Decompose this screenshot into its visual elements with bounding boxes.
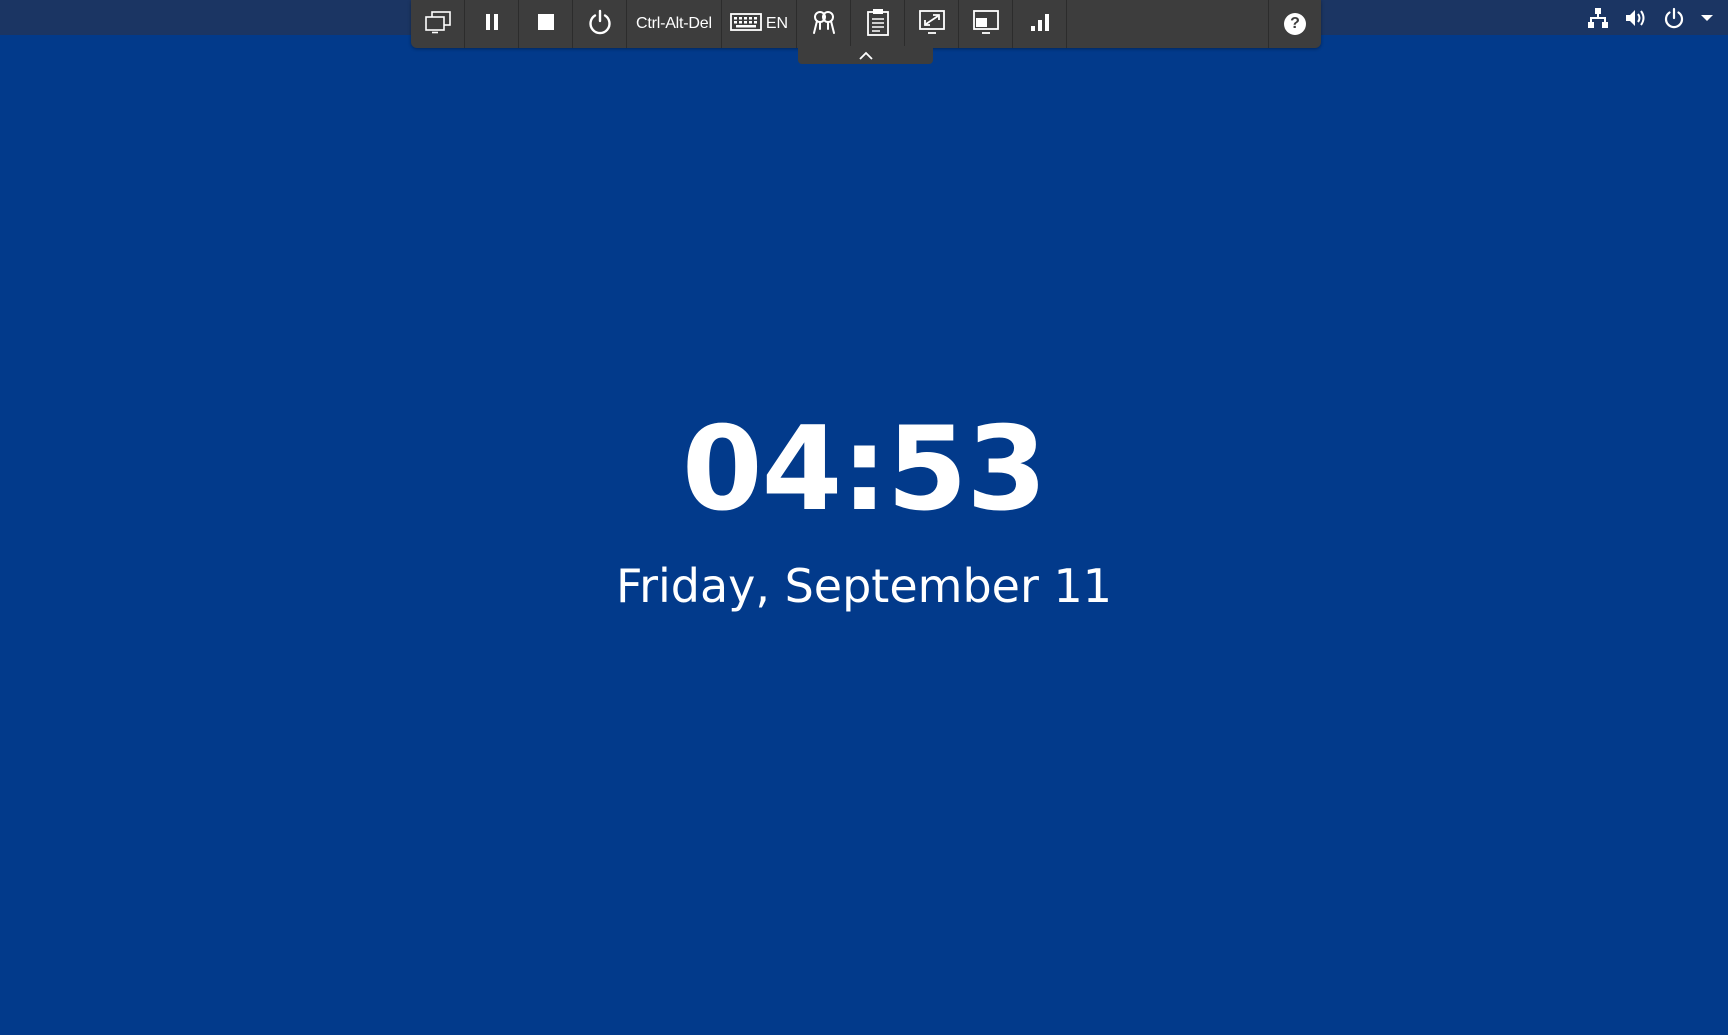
switch-display-icon	[424, 10, 452, 38]
connection-quality-button[interactable]	[1013, 0, 1068, 48]
help-icon: ?	[1284, 13, 1306, 35]
remote-console-toolbar: Ctrl-Alt-Del EN ?	[411, 0, 1321, 48]
help-button[interactable]: ?	[1269, 0, 1321, 48]
credentials-button[interactable]	[797, 0, 852, 48]
fullscreen-button[interactable]	[905, 0, 960, 48]
toolbar-spacer	[1067, 0, 1269, 48]
pause-button[interactable]	[465, 0, 519, 48]
fullscreen-icon	[918, 9, 946, 39]
lock-screen-clock: 04:53	[681, 402, 1047, 537]
pause-icon	[483, 12, 501, 36]
keyboard-layout-label: EN	[765, 15, 789, 32]
power-button[interactable]	[573, 0, 627, 48]
stop-icon	[537, 13, 555, 35]
scale-display-icon	[972, 9, 1000, 39]
system-tray	[1586, 0, 1714, 35]
scale-display-button[interactable]	[959, 0, 1014, 48]
lock-screen-background: Ctrl-Alt-Del EN ? 04:53 Friday, Septembe…	[0, 0, 1728, 1035]
switch-display-button[interactable]	[411, 0, 465, 48]
keyboard-layout-button[interactable]: EN	[722, 0, 798, 48]
menu-arrow-icon[interactable]	[1700, 6, 1714, 30]
credentials-icon	[811, 9, 837, 39]
ctrl-alt-del-button[interactable]: Ctrl-Alt-Del	[627, 0, 722, 48]
keyboard-icon	[729, 12, 762, 37]
lock-screen-date: Friday, September 11	[615, 559, 1113, 613]
stop-button[interactable]	[519, 0, 573, 48]
clipboard-button[interactable]	[851, 0, 906, 48]
network-icon[interactable]	[1586, 6, 1610, 30]
clipboard-icon	[866, 8, 890, 40]
chevron-up-icon	[858, 46, 874, 65]
toolbar-collapse-handle[interactable]	[798, 46, 933, 64]
power-icon	[587, 9, 613, 39]
power-icon[interactable]	[1662, 6, 1686, 30]
volume-icon[interactable]	[1624, 6, 1648, 30]
connection-quality-icon	[1028, 11, 1052, 37]
